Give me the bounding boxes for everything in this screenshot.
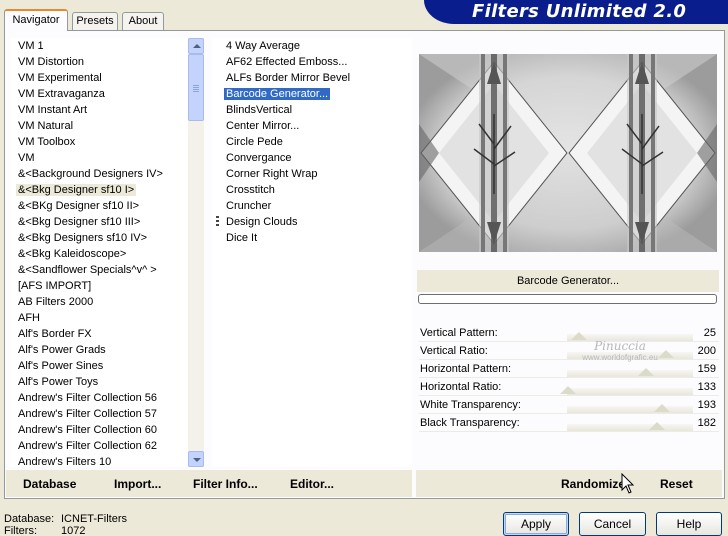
parameter-value: 200	[697, 345, 716, 357]
category-item[interactable]: Andrew's Filters 10	[14, 454, 188, 467]
right-toolbar: Randomize Reset	[416, 470, 722, 497]
category-item[interactable]: VM Natural	[14, 118, 188, 134]
filter-item[interactable]: Convergance	[222, 150, 412, 166]
tab-about[interactable]: About	[122, 12, 164, 30]
help-button[interactable]: Help	[656, 512, 722, 536]
category-item[interactable]: Alf's Power Sines	[14, 358, 188, 374]
category-item[interactable]: VM Extravaganza	[14, 86, 188, 102]
parameter-row[interactable]: Black Transparency: 182	[419, 414, 719, 432]
category-scrollbar[interactable]	[188, 38, 204, 467]
parameter-label: White Transparency:	[420, 399, 521, 411]
parameter-label: Horizontal Pattern:	[420, 363, 512, 375]
parameter-row[interactable]: Horizontal Ratio: 133	[419, 378, 719, 396]
parameter-row[interactable]: White Transparency: 193	[419, 396, 719, 414]
editor-button[interactable]: Editor...	[290, 477, 334, 491]
filter-item[interactable]: Barcode Generator...	[222, 86, 412, 102]
scroll-thumb[interactable]	[188, 54, 204, 121]
filter-item[interactable]: BlindsVertical	[222, 102, 412, 118]
parameter-label: Horizontal Ratio:	[420, 381, 502, 393]
category-item[interactable]: Alf's Border FX	[14, 326, 188, 342]
category-item[interactable]: Andrew's Filter Collection 56	[14, 390, 188, 406]
scroll-down-button[interactable]	[188, 451, 204, 467]
category-item[interactable]: Alf's Power Toys	[14, 374, 188, 390]
category-item[interactable]: VM Toolbox	[14, 134, 188, 150]
parameter-label: Vertical Pattern:	[420, 327, 498, 339]
category-item[interactable]: Andrew's Filter Collection 60	[14, 422, 188, 438]
category-item[interactable]: AB Filters 2000	[14, 294, 188, 310]
slider-thumb[interactable]	[559, 386, 576, 394]
filters-label: Filters:	[4, 525, 37, 536]
splitter-grip[interactable]	[216, 216, 219, 227]
filter-info-button[interactable]: Filter Info...	[193, 477, 258, 491]
category-item[interactable]: VM	[14, 150, 188, 166]
slider-thumb[interactable]	[637, 368, 654, 376]
filter-item[interactable]: Design Clouds	[222, 214, 412, 230]
reset-button[interactable]: Reset	[660, 477, 693, 491]
category-item[interactable]: &<Bkg Designer sf10 III>	[14, 214, 188, 230]
category-item[interactable]: [AFS IMPORT]	[14, 278, 188, 294]
window-title: Filters Unlimited 2.0	[472, 1, 687, 22]
filter-preview	[419, 54, 717, 252]
category-item[interactable]: &<Background Designers IV>	[14, 166, 188, 182]
filter-item[interactable]: Cruncher	[222, 198, 412, 214]
category-item[interactable]: Alf's Power Grads	[14, 342, 188, 358]
current-filter-name: Barcode Generator...	[417, 270, 719, 292]
parameter-label: Black Transparency:	[420, 417, 520, 429]
slider-thumb[interactable]	[571, 332, 588, 340]
parameter-value: 193	[697, 399, 716, 411]
category-item[interactable]: VM Instant Art	[14, 102, 188, 118]
category-item[interactable]: VM 1	[14, 38, 188, 54]
filter-list[interactable]: 4 Way Average AF62 Effected Emboss... ALFs…	[212, 38, 412, 467]
category-item[interactable]: &<BKg Designer sf10 II>	[14, 198, 188, 214]
filters-count: 1072	[61, 525, 86, 536]
scroll-up-button[interactable]	[188, 38, 204, 54]
category-item[interactable]: &<Bkg Designers sf10 IV>	[14, 230, 188, 246]
filter-item[interactable]: 4 Way Average	[222, 38, 412, 54]
category-list[interactable]: VM 1 VM Distortion VM Experimental VM Extra…	[10, 38, 188, 467]
filter-item[interactable]: Dice It	[222, 230, 412, 246]
filter-item[interactable]: Crosstitch	[222, 182, 412, 198]
apply-button[interactable]: Apply	[503, 512, 569, 536]
parameter-value: 25	[703, 327, 716, 339]
database-value: ICNET-Filters	[61, 513, 127, 525]
left-toolbar: Database Import... Filter Info... Editor…	[6, 470, 412, 497]
category-item[interactable]: &<Sandflower Specials^v^ >	[14, 262, 188, 278]
filter-item[interactable]: AF62 Effected Emboss...	[222, 54, 412, 70]
randomize-button[interactable]: Randomize	[561, 477, 625, 491]
category-item[interactable]: &<Bkg Designer sf10 I>	[14, 182, 188, 198]
parameter-value: 159	[697, 363, 716, 375]
slider-thumb[interactable]	[648, 422, 665, 430]
watermark: Pinuccia www.worldofgrafic.eu	[582, 339, 658, 362]
category-item[interactable]: VM Experimental	[14, 70, 188, 86]
slider-thumb[interactable]	[654, 404, 671, 412]
parameter-value: 182	[697, 417, 716, 429]
category-item[interactable]: VM Distortion	[14, 54, 188, 70]
category-item[interactable]: Andrew's Filter Collection 62	[14, 438, 188, 454]
cancel-button[interactable]: Cancel	[579, 512, 646, 536]
parameter-label: Vertical Ratio:	[420, 345, 488, 357]
filter-item[interactable]: Corner Right Wrap	[222, 166, 412, 182]
filter-item[interactable]: Circle Pede	[222, 134, 412, 150]
tab-presets[interactable]: Presets	[72, 12, 118, 30]
filter-item[interactable]: ALFs Border Mirror Bevel	[222, 70, 412, 86]
filter-item[interactable]: Center Mirror...	[222, 118, 412, 134]
parameter-value: 133	[697, 381, 716, 393]
category-item[interactable]: Andrew's Filter Collection 57	[14, 406, 188, 422]
progress-bar	[418, 294, 717, 304]
category-item[interactable]: &<Bkg Kaleidoscope>	[14, 246, 188, 262]
mouse-cursor-icon	[621, 473, 635, 494]
import-button[interactable]: Import...	[114, 477, 161, 491]
database-button[interactable]: Database	[23, 477, 76, 491]
category-item[interactable]: AFH	[14, 310, 188, 326]
tab-navigator[interactable]: Navigator	[4, 9, 68, 31]
database-label: Database:	[4, 513, 55, 525]
